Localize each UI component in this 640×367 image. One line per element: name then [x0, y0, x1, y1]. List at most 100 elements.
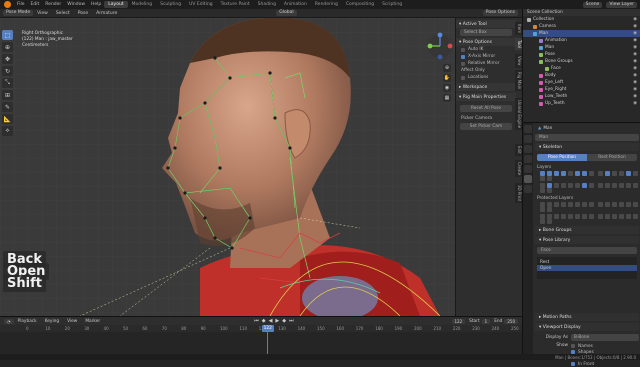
tool-tab-icon[interactable]	[524, 125, 532, 133]
pose-list-item-open[interactable]: Open	[537, 265, 637, 271]
outliner-item[interactable]: Man ◉	[523, 44, 640, 51]
pan-hand-icon[interactable]: ✋	[443, 74, 451, 82]
editor-type-icon[interactable]: ◔	[4, 318, 14, 324]
tab-edit[interactable]: Edit	[515, 144, 522, 156]
scene-selector[interactable]: Scene	[582, 1, 603, 8]
armature-data-tab-icon[interactable]	[524, 175, 532, 183]
workspace-tab-rendering[interactable]: Rendering	[311, 1, 342, 8]
transform-icon[interactable]: ⊞	[2, 90, 13, 100]
blender-logo-icon[interactable]	[4, 1, 11, 8]
menu-render[interactable]: Render	[42, 2, 64, 7]
menu-view[interactable]: View	[63, 319, 81, 324]
bone-groups-section-header[interactable]: ▸ Bone Groups	[535, 226, 639, 234]
select-box-icon[interactable]: ⬚	[2, 30, 13, 40]
tab-rig-main[interactable]: Rig Main	[515, 70, 522, 92]
mode-selector[interactable]: Pose Mode	[3, 10, 34, 16]
outliner-item[interactable]: Pose ◉	[523, 51, 640, 58]
bone-layers-grid[interactable]	[535, 171, 639, 193]
visibility-eye-icon[interactable]: ◉	[633, 80, 637, 85]
current-frame-field[interactable]: 122	[451, 318, 466, 324]
scene-tab-icon[interactable]	[524, 155, 532, 163]
tab-item[interactable]: Item	[515, 22, 522, 36]
end-frame-field[interactable]: 250	[504, 318, 518, 324]
visibility-eye-icon[interactable]: ◉	[633, 66, 637, 71]
show-in-front-checkbox[interactable]: In Front	[571, 361, 606, 367]
auto-ik-checkbox[interactable]: Auto IK	[456, 46, 516, 53]
locations-checkbox[interactable]: Locations	[456, 74, 516, 81]
rest-position-button[interactable]: Rest Position	[587, 154, 637, 161]
pose-breakdowner-icon[interactable]: ⟡	[2, 126, 13, 136]
protected-layers-grid[interactable]	[535, 202, 639, 224]
menu-select[interactable]: Select	[52, 11, 74, 16]
annotate-icon[interactable]: ✎	[2, 102, 13, 112]
outliner-item[interactable]: Collection ◉	[523, 16, 640, 23]
view-layer-selector[interactable]: View Layer	[606, 1, 637, 8]
motion-paths-section-header[interactable]: ▸ Motion Paths	[535, 313, 639, 321]
visibility-eye-icon[interactable]: ◉	[633, 52, 637, 57]
menu-keying[interactable]: Keying	[41, 319, 63, 324]
workspace-tab-modeling[interactable]: Modeling	[128, 1, 156, 8]
grid-view-icon[interactable]: ▦	[443, 94, 451, 102]
reset-all-pose-button[interactable]: Reset All Pose	[460, 105, 512, 112]
bone-tab-icon[interactable]	[524, 185, 532, 193]
rotate-icon[interactable]: ↻	[2, 66, 13, 76]
visibility-eye-icon[interactable]: ◉	[633, 101, 637, 106]
visibility-eye-icon[interactable]: ◉	[633, 24, 637, 29]
move-icon[interactable]: ✥	[2, 54, 13, 64]
workspace-tab-uv-editing[interactable]: UV Editing	[185, 1, 216, 8]
visibility-eye-icon[interactable]: ◉	[633, 38, 637, 43]
next-key-icon[interactable]: ◆	[282, 318, 286, 324]
viewport-display-section-header[interactable]: ▾ Viewport Display	[535, 323, 639, 331]
visibility-eye-icon[interactable]: ◉	[633, 31, 637, 36]
visibility-eye-icon[interactable]: ◉	[633, 59, 637, 64]
workspace-tab-compositing[interactable]: Compositing	[342, 1, 378, 8]
workspace-tab-sculpting[interactable]: Sculpting	[156, 1, 185, 8]
outliner-item[interactable]: Eye_Left ◉	[523, 79, 640, 86]
visibility-eye-icon[interactable]: ◉	[633, 94, 637, 99]
tab-tool[interactable]: Tool	[515, 38, 522, 50]
x-axis-mirror-checkbox[interactable]: X-Axis Mirror	[456, 53, 516, 60]
workspace-tab-scripting[interactable]: Scripting	[378, 1, 406, 8]
jump-end-icon[interactable]: ⏭	[289, 318, 294, 324]
armature-name-field[interactable]: Man	[535, 134, 639, 141]
camera-view-icon[interactable]: ◉	[443, 84, 451, 92]
measure-icon[interactable]: 📐	[2, 114, 13, 124]
outliner-item[interactable]: Up_Teeth ◉	[523, 100, 640, 107]
jump-start-icon[interactable]: ⏮	[254, 318, 259, 324]
skeleton-section-header[interactable]: ▾ Skeleton	[535, 143, 639, 151]
outliner-item[interactable]: Camera ◉	[523, 23, 640, 30]
workspace-tab-shading[interactable]: Shading	[254, 1, 280, 8]
object-tab-icon[interactable]	[524, 165, 532, 173]
tab-3d-print[interactable]: 3D Print	[515, 183, 522, 204]
zoom-icon[interactable]: ⊕	[443, 64, 451, 72]
pose-position-button[interactable]: Pose Position	[537, 154, 587, 161]
render-tab-icon[interactable]	[524, 135, 532, 143]
workspace-tab-animation[interactable]: Animation	[280, 1, 311, 8]
relative-mirror-checkbox[interactable]: Relative Mirror	[456, 60, 516, 67]
outliner-item[interactable]: Low_Teeth ◉	[523, 93, 640, 100]
outliner-item[interactable]: Eye_Right ◉	[523, 86, 640, 93]
select-box-tool-button[interactable]: Select Box	[460, 29, 512, 36]
pose-library-selector[interactable]: Face	[537, 247, 637, 254]
menu-edit[interactable]: Edit	[28, 2, 43, 7]
workspace-tab-texture-paint[interactable]: Texture Paint	[217, 1, 254, 8]
timeline-track-area[interactable]	[0, 332, 522, 355]
outliner-item[interactable]: Man ◉	[523, 30, 640, 37]
menu-window[interactable]: Window	[64, 2, 88, 7]
workspace-header[interactable]: ▸ Workspace	[456, 83, 516, 91]
outliner-item[interactable]: Body ◉	[523, 72, 640, 79]
3d-viewport[interactable]: Right Orthographic (122) Man : jaw_maste…	[0, 18, 455, 316]
visibility-eye-icon[interactable]: ◉	[633, 87, 637, 92]
menu-armature[interactable]: Armature	[92, 11, 121, 16]
outliner-item[interactable]: Face ◉	[523, 65, 640, 72]
pose-options-dropdown[interactable]: Pose Options	[482, 10, 518, 16]
rig-main-properties-header[interactable]: ▾ Rig Main Properties	[456, 93, 516, 101]
tab-unreal-engine[interactable]: Unreal Engine	[515, 98, 522, 131]
play-reverse-icon[interactable]: ◀	[269, 318, 273, 324]
menu-pose[interactable]: Pose	[74, 11, 92, 16]
workspace-tab-layout[interactable]: Layout	[104, 1, 128, 8]
scale-icon[interactable]: ⤡	[2, 78, 13, 88]
outliner-item[interactable]: Bone Groups ◉	[523, 58, 640, 65]
set-picker-cam-button[interactable]: Set Picker Cam	[460, 123, 512, 130]
transform-orientation-dropdown[interactable]: Global	[276, 10, 297, 16]
